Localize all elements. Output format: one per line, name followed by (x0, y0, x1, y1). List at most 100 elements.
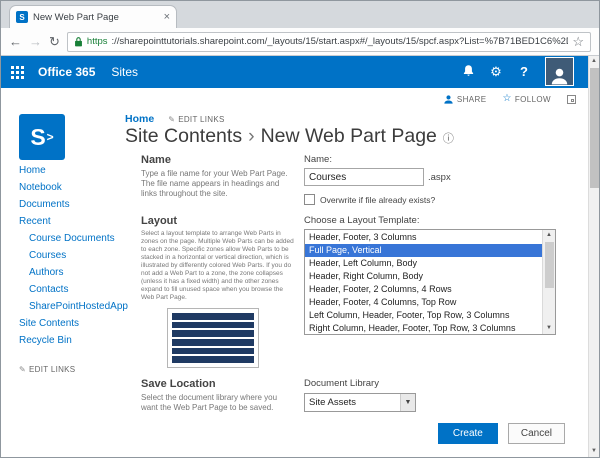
quick-launch-sidebar: Home Notebook Documents Recent Course Do… (19, 162, 133, 378)
title-separator: › (248, 125, 255, 147)
sidebar-item-documents[interactable]: Documents (19, 196, 133, 213)
page-scrollbar[interactable]: ▲ ▼ (588, 56, 599, 457)
document-library-select[interactable]: Site Assets ▼ (304, 393, 416, 412)
browser-tab-bar: S New Web Part Page × (1, 1, 599, 28)
browser-tab[interactable]: S New Web Part Page × (9, 5, 177, 28)
layout-option-selected[interactable]: Full Page, Vertical (305, 244, 542, 257)
layout-preview-image (167, 308, 259, 368)
page-title: Site Contents › New Web Part Page ⓘ (125, 125, 454, 148)
tab-title: New Web Part Page (33, 12, 160, 23)
pencil-icon: ✎ (19, 361, 26, 378)
layout-section-title: Layout (141, 215, 296, 227)
sidebar-item-contacts[interactable]: Contacts (19, 281, 133, 298)
form-buttons: Create Cancel (141, 423, 565, 444)
listbox-scrollbar[interactable]: ▲ ▼ (542, 230, 555, 334)
document-library-value: Site Assets (305, 397, 400, 408)
settings-gear-icon[interactable]: ⚙ (488, 64, 504, 80)
layout-option[interactable]: Right Column, Header, Footer, Top Row, 3… (305, 322, 542, 335)
sharepoint-favicon-icon: S (16, 11, 28, 23)
cancel-button[interactable]: Cancel (508, 423, 565, 444)
help-icon[interactable]: ? (516, 64, 532, 80)
breadcrumb-home-link[interactable]: Home (125, 113, 154, 125)
sidebar-item-site-contents[interactable]: Site Contents (19, 315, 133, 332)
share-button[interactable]: SHARE (443, 94, 487, 105)
app-launcher-icon[interactable] (11, 66, 24, 79)
user-avatar[interactable] (545, 57, 574, 86)
sidebar-item-recycle-bin[interactable]: Recycle Bin (19, 332, 133, 349)
reload-icon[interactable]: ↻ (49, 35, 60, 48)
main-content: S > Home ✎ EDIT LINKS Site Contents › New … (1, 110, 588, 457)
top-edit-links-button[interactable]: ✎ EDIT LINKS (168, 115, 224, 124)
layout-option[interactable]: Header, Footer, 3 Columns (305, 231, 542, 244)
sidebar-edit-links-button[interactable]: ✎ EDIT LINKS (19, 361, 133, 378)
edit-links-label: EDIT LINKS (178, 115, 224, 124)
layout-option[interactable]: Header, Right Column, Body (305, 270, 542, 283)
file-extension-label: .aspx (428, 172, 451, 183)
name-section: Name Type a file name for your Web Part … (141, 154, 565, 205)
save-section-description: Select the document library where you wa… (141, 393, 296, 413)
sidebar-item-course-documents[interactable]: Course Documents (19, 230, 133, 247)
layout-option[interactable]: Header, Footer, 4 Columns, Top Row (305, 296, 542, 309)
listbox-scrollbar-thumb[interactable] (545, 242, 554, 288)
sharepoint-page: Office 365 Sites ⚙ ? SHARE ☆ FOLLOW (1, 56, 588, 457)
sidebar-item-home[interactable]: Home (19, 162, 133, 179)
scrollbar-up-icon[interactable]: ▲ (591, 56, 597, 67)
follow-label: FOLLOW (515, 95, 551, 104)
name-section-description: Type a file name for your Web Part Page.… (141, 169, 296, 199)
tab-close-icon[interactable]: × (164, 12, 170, 23)
name-section-title: Name (141, 154, 296, 166)
bookmark-star-icon[interactable]: ☆ (572, 34, 584, 50)
layout-option[interactable]: Left Column, Header, Footer, Top Row, 3 … (305, 309, 542, 322)
layout-option[interactable]: Header, Footer, 2 Columns, 4 Rows (305, 283, 542, 296)
share-label: SHARE (457, 95, 487, 104)
focus-on-content-icon[interactable] (567, 95, 576, 104)
sharepoint-logo-chevron: > (47, 130, 54, 144)
sharepoint-logo-letter: S (30, 124, 45, 151)
title-current: New Web Part Page (261, 125, 437, 147)
pencil-icon: ✎ (168, 115, 175, 124)
info-icon[interactable]: ⓘ (443, 133, 454, 145)
sidebar-item-recent[interactable]: Recent (19, 213, 133, 230)
site-logo[interactable]: S > (19, 114, 65, 160)
file-name-input[interactable] (304, 168, 424, 186)
forward-icon[interactable]: → (29, 35, 42, 48)
save-location-section: Save Location Select the document librar… (141, 378, 565, 413)
new-web-part-page-form: Name Type a file name for your Web Part … (141, 154, 565, 444)
sidebar-item-notebook[interactable]: Notebook (19, 179, 133, 196)
scrollbar-down-icon[interactable]: ▼ (591, 446, 597, 457)
breadcrumb: Home ✎ EDIT LINKS (125, 113, 225, 125)
overwrite-checkbox[interactable] (304, 194, 315, 205)
layout-template-label: Choose a Layout Template: (304, 215, 565, 226)
follow-button[interactable]: ☆ FOLLOW (502, 94, 551, 104)
notifications-bell-icon[interactable] (460, 64, 476, 81)
layout-option[interactable]: Header, Left Column, Body (305, 257, 542, 270)
listbox-scroll-up-icon[interactable]: ▲ (546, 230, 552, 241)
back-icon[interactable]: ← (9, 35, 22, 48)
layout-section: Layout Select a layout template to arran… (141, 215, 565, 368)
edit-links-label: EDIT LINKS (29, 361, 75, 378)
url-scheme: https (87, 36, 108, 47)
sidebar-item-courses[interactable]: Courses (19, 247, 133, 264)
overwrite-checkbox-label: Overwrite if file already exists? (320, 195, 435, 205)
create-button[interactable]: Create (438, 423, 498, 444)
browser-address-bar: ← → ↻ https ://sharepointtutorials.share… (1, 28, 599, 56)
page-command-bar: SHARE ☆ FOLLOW (1, 88, 588, 110)
url-text: ://sharepointtutorials.sharepoint.com/_l… (112, 36, 569, 47)
layout-template-listbox[interactable]: Header, Footer, 3 Columns Full Page, Ver… (304, 229, 556, 335)
follow-star-icon: ☆ (502, 94, 511, 104)
office365-brand-link[interactable]: Office 365 (38, 65, 95, 79)
title-parent[interactable]: Site Contents (125, 125, 242, 147)
url-input[interactable]: https ://sharepointtutorials.sharepoint.… (67, 32, 591, 52)
listbox-scroll-down-icon[interactable]: ▼ (546, 323, 552, 334)
suite-icons: ⚙ ? (460, 64, 532, 81)
https-lock-icon (74, 36, 83, 47)
layout-section-description: Select a layout template to arrange Web … (141, 230, 296, 302)
sidebar-item-sharepointhostedapp[interactable]: SharePointHostedApp (19, 298, 133, 315)
document-library-label: Document Library (304, 378, 565, 389)
name-field-label: Name: (304, 154, 565, 165)
sites-nav-link[interactable]: Sites (111, 65, 138, 79)
page-scrollbar-thumb[interactable] (590, 68, 599, 188)
person-icon (550, 66, 569, 85)
sidebar-item-authors[interactable]: Authors (19, 264, 133, 281)
dropdown-arrow-icon: ▼ (400, 394, 415, 411)
